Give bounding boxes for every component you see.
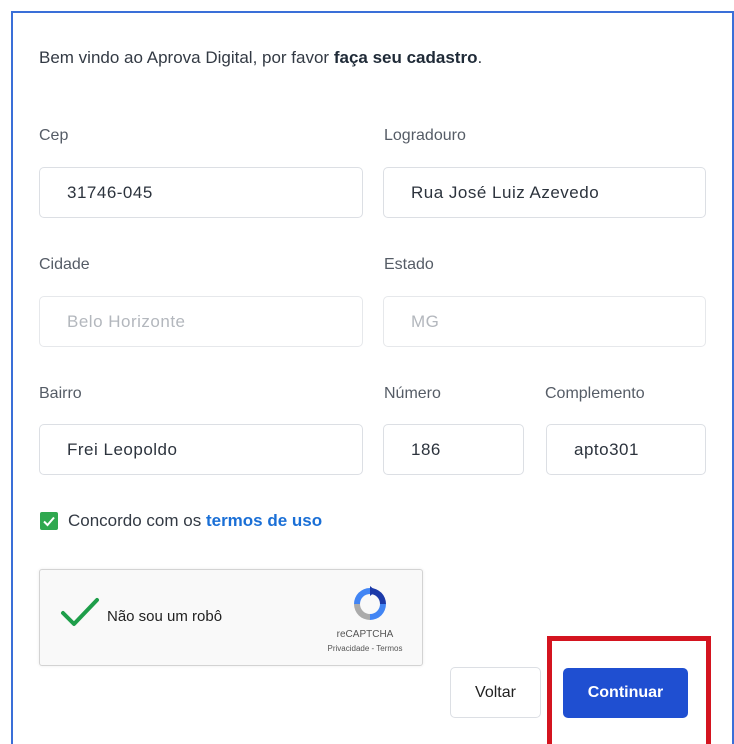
cep-label: Cep (39, 127, 69, 144)
recaptcha-widget[interactable]: Não sou um robô reCAPTCHA Privacidade - … (39, 569, 423, 666)
cidade-input[interactable]: Belo Horizonte (39, 296, 363, 347)
cep-input[interactable]: 31746-045 (39, 167, 363, 218)
estado-input[interactable]: MG (383, 296, 706, 347)
welcome-emphasis: faça seu cadastro (333, 48, 478, 67)
numero-label: Número (384, 385, 441, 402)
bairro-label: Bairro (39, 385, 82, 402)
terms-link[interactable]: termos de uso (206, 511, 322, 530)
complemento-input[interactable]: apto301 (546, 424, 706, 475)
estado-label: Estado (384, 256, 434, 273)
recaptcha-logo-icon (354, 586, 386, 620)
logradouro-label: Logradouro (384, 127, 466, 144)
captcha-checkmark-icon[interactable] (60, 596, 100, 630)
captcha-links[interactable]: Privacidade - Termos (305, 644, 425, 653)
cidade-label: Cidade (39, 256, 90, 273)
captcha-brand: reCAPTCHA (336, 629, 394, 640)
back-button[interactable]: Voltar (450, 667, 541, 718)
complemento-label: Complemento (545, 385, 645, 402)
captcha-label: Não sou um robô (107, 608, 223, 625)
logradouro-input[interactable]: Rua José Luiz Azevedo (383, 167, 706, 218)
terms-row: Concordo com os termos de uso (40, 511, 322, 531)
check-icon (43, 516, 55, 527)
terms-text: Concordo com os termos de uso (68, 511, 323, 530)
terms-checkbox[interactable] (40, 512, 58, 530)
highlight-box (547, 636, 711, 744)
welcome-message: Bem vindo ao Aprova Digital, por favor f… (39, 48, 483, 67)
numero-input[interactable]: 186 (383, 424, 524, 475)
bairro-input[interactable]: Frei Leopoldo (39, 424, 363, 475)
